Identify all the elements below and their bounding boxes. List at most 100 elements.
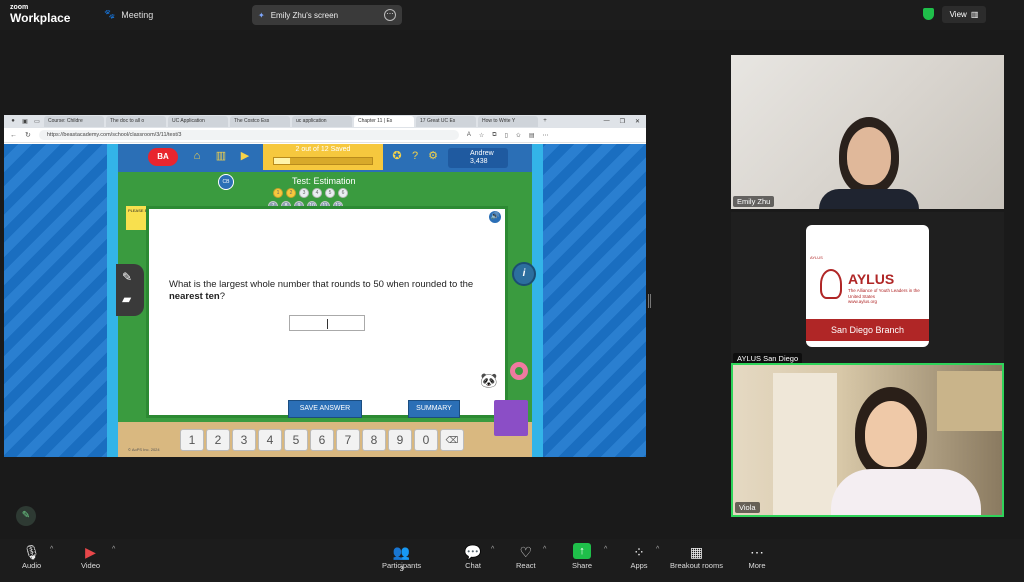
view-label: View [949,10,967,19]
split-resize-handle[interactable] [648,294,651,308]
aylus-title: AYLUS [848,271,895,287]
read-aloud-icon[interactable]: A [467,132,471,138]
refresh-icon[interactable]: ↻ [25,131,31,139]
question-dot[interactable]: 6 [338,188,348,198]
extensions-icon[interactable]: ⧉ [492,132,496,139]
breakout-rooms-button[interactable]: ▦ Breakout rooms [670,543,723,570]
question-dot[interactable]: 3 [299,188,309,198]
keypad-key[interactable]: 2 [206,429,230,451]
chat-options-chevron-icon[interactable]: ^ [491,546,494,553]
heart-icon: ♡ [519,544,533,560]
browser-tab[interactable]: UC Application [168,116,228,127]
annotate-pencil-icon[interactable]: ✎ [16,506,36,526]
user-points: 3,438 [470,158,488,165]
react-button[interactable]: ♡ React [516,543,536,570]
sharing-label: Emily Zhu's screen [270,10,339,20]
browser-tab-active[interactable]: Chapter 11 | Es [354,116,414,127]
share-button[interactable]: ↑ Share [572,543,592,570]
workspaces-icon[interactable]: ▣ [20,118,30,126]
audio-button[interactable]: 🎙 Audio [22,543,41,570]
eraser-icon[interactable]: ▰ [122,292,131,306]
answer-input[interactable] [289,315,365,331]
browser-tab[interactable]: The Costco Ess [230,116,290,127]
user-badge[interactable]: Andrew 3,438 [448,148,508,168]
url-field[interactable]: https://beastacademy.com/school/classroo… [38,130,459,140]
audio-speaker-icon[interactable]: 🔊 [489,211,501,223]
keypad-key[interactable]: 6 [310,429,334,451]
question-dot[interactable]: 4 [312,188,322,198]
share-options-chevron-icon[interactable]: ^ [604,546,607,553]
browser-tab[interactable]: uc application [292,116,352,127]
video-tile-aylus[interactable]: AYLUS AYLUS The Alliance of Youth Leader… [731,212,1004,366]
favorite-star-icon[interactable]: ☆ [479,132,484,139]
apps-grid-icon: ⁘ [633,544,645,560]
book-icon[interactable]: ▥ [214,149,228,163]
video-button[interactable]: ▶ Video [81,543,100,570]
pencil-cup-decoration [494,400,528,436]
encryption-shield-icon[interactable] [923,8,934,20]
question-dot[interactable]: 5 [325,188,335,198]
zoom-top-bar: zoom Workplace 🐾 Meeting ✦ Emily Zhu's s… [0,0,1024,30]
favorites-icon[interactable]: ✩ [516,132,521,139]
keypad-key[interactable]: 1 [180,429,204,451]
question-dot[interactable]: 2 [286,188,296,198]
view-button[interactable]: View ▥ [942,6,986,23]
more-button[interactable]: ⋯ More [748,543,766,570]
video-camera-icon[interactable]: ▶ [238,149,252,163]
class-badge-icon[interactable]: CB [218,174,234,190]
award-icon[interactable]: ✪ [390,149,404,163]
keypad-key[interactable]: 8 [362,429,386,451]
split-screen-icon[interactable]: ▯ [505,132,508,139]
new-tab-icon[interactable]: + [540,118,550,126]
profile-icon[interactable]: ● [8,118,18,126]
browser-tab[interactable]: Course: Childre [44,116,104,127]
audio-options-chevron-icon[interactable]: ^ [50,546,53,553]
screen-share-indicator[interactable]: ✦ Emily Zhu's screen ⋯ [252,5,402,25]
game-area: BA ⌂ ▥ ▶ 2 out of 12 Saved ✪ ? ⚙ Andrew … [116,144,536,457]
test-title: Test: Estimation [292,176,356,186]
zoom-workplace-logo: zoom Workplace [10,4,70,24]
summary-button[interactable]: SUMMARY [408,400,460,418]
participant-name: Emily Zhu [733,196,775,207]
browser-tab[interactable]: The doc to all o [106,116,166,127]
settings-gear-icon[interactable]: ⚙ [426,149,440,163]
video-options-chevron-icon[interactable]: ^ [112,546,115,553]
close-icon[interactable]: ✕ [635,118,640,125]
browser-tab[interactable]: How to Write Y [478,116,538,127]
keypad-key[interactable]: 0 [414,429,438,451]
save-answer-button[interactable]: SAVE ANSWER [288,400,362,418]
keypad-key[interactable]: 7 [336,429,360,451]
keypad-key[interactable]: 9 [388,429,412,451]
question-dot[interactable]: 1 [273,188,283,198]
minimize-icon[interactable]: — [604,118,610,125]
back-icon[interactable]: ← [10,132,17,139]
browser-tab[interactable]: 17 Great UC Es [416,116,476,127]
participants-button[interactable]: 👥3 Participants [382,543,421,573]
apps-button[interactable]: ⁘ Apps [630,543,648,570]
info-icon[interactable]: i [512,262,536,286]
backspace-key-icon[interactable]: ⌫ [440,429,464,451]
aylus-small-text: AYLUS [810,255,823,260]
more-options-icon[interactable]: ⋯ [384,9,396,21]
more-menu-icon[interactable]: ⋯ [543,132,549,139]
video-tile-viola[interactable]: Viola [731,363,1004,517]
chat-button[interactable]: 💬 Chat [464,543,482,570]
collections-icon[interactable]: ▤ [529,132,535,139]
number-keypad: 1 2 3 4 5 6 7 8 9 0 ⌫ [180,429,464,451]
video-tile-emily[interactable]: Emily Zhu [731,55,1004,209]
shared-screen: ● ▣ ▭ Course: Childre The doc to all o U… [4,115,646,457]
help-icon[interactable]: ? [408,149,422,163]
pencil-icon[interactable]: ✎ [122,270,132,284]
keypad-key[interactable]: 5 [284,429,308,451]
home-icon[interactable]: ⌂ [190,149,204,163]
apps-options-chevron-icon[interactable]: ^ [656,546,659,553]
right-border-strip [532,144,543,457]
beast-academy-logo[interactable]: BA [148,148,178,166]
maximize-icon[interactable]: ❐ [620,118,625,125]
logo-zoom-text: zoom [10,4,29,11]
react-options-chevron-icon[interactable]: ^ [543,546,546,553]
meeting-tab[interactable]: 🐾 Meeting [104,9,153,20]
keypad-key[interactable]: 3 [232,429,256,451]
tab-actions-icon[interactable]: ▭ [32,118,42,126]
keypad-key[interactable]: 4 [258,429,282,451]
